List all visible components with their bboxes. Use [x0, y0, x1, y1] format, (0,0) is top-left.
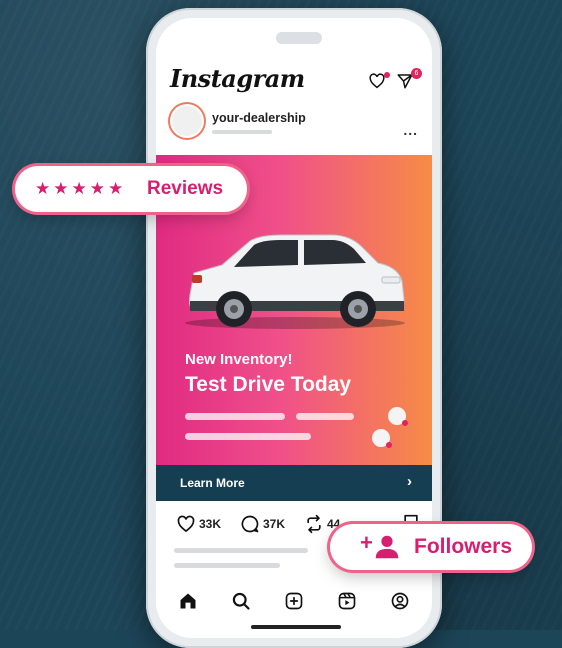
send-icon[interactable]: 6 — [396, 68, 422, 94]
text-placeholder-line — [185, 433, 311, 440]
post-headline: Test Drive Today — [185, 373, 352, 396]
chat-bubble-icon — [388, 407, 408, 426]
reels-icon[interactable] — [337, 591, 357, 611]
phone-notch — [276, 32, 322, 44]
comment-button[interactable]: 37K — [240, 513, 285, 535]
bottom-nav — [156, 583, 432, 619]
username[interactable]: your-dealership — [212, 111, 306, 125]
search-icon[interactable] — [231, 591, 251, 611]
learn-more-button[interactable]: Learn More › — [156, 465, 432, 501]
heart-icon — [177, 515, 195, 533]
text-placeholder-line — [296, 413, 354, 420]
add-post-icon[interactable] — [284, 591, 304, 611]
post-kicker: New Inventory! — [185, 351, 293, 368]
location-placeholder-line — [212, 130, 272, 134]
post-header: your-dealership ... — [172, 106, 422, 146]
profile-icon[interactable] — [390, 591, 410, 611]
app-header: Instagram 6 — [170, 64, 422, 100]
add-user-icon: + — [360, 530, 400, 562]
caption-placeholder-line — [174, 548, 308, 553]
like-count: 33K — [199, 517, 222, 531]
home-icon[interactable] — [178, 591, 198, 611]
reviews-label: Reviews — [147, 178, 224, 199]
followers-label: Followers — [414, 535, 513, 558]
home-indicator — [251, 625, 341, 629]
repost-icon — [307, 514, 321, 534]
reviews-badge: ★★★★★ Reviews — [15, 166, 247, 212]
chevron-right-icon: › — [407, 473, 412, 490]
notification-badge: 6 — [411, 68, 422, 79]
learn-more-label: Learn More — [180, 476, 245, 490]
app-logo: Instagram — [170, 64, 305, 93]
text-placeholder-line — [185, 413, 285, 420]
avatar[interactable] — [172, 106, 202, 136]
notification-dot — [384, 72, 390, 78]
chat-bubble-icon — [372, 429, 392, 448]
more-options-icon[interactable]: ... — [403, 122, 418, 138]
heart-icon[interactable] — [368, 72, 390, 94]
star-rating-icon: ★★★★★ — [35, 179, 127, 198]
comment-count: 37K — [263, 517, 286, 531]
suv-car-image — [185, 234, 405, 329]
comment-icon — [241, 515, 259, 533]
followers-badge: + Followers — [330, 524, 532, 570]
caption-placeholder-line — [174, 563, 280, 568]
add-user-plus: + — [360, 530, 373, 555]
like-button[interactable]: 33K — [176, 513, 221, 535]
